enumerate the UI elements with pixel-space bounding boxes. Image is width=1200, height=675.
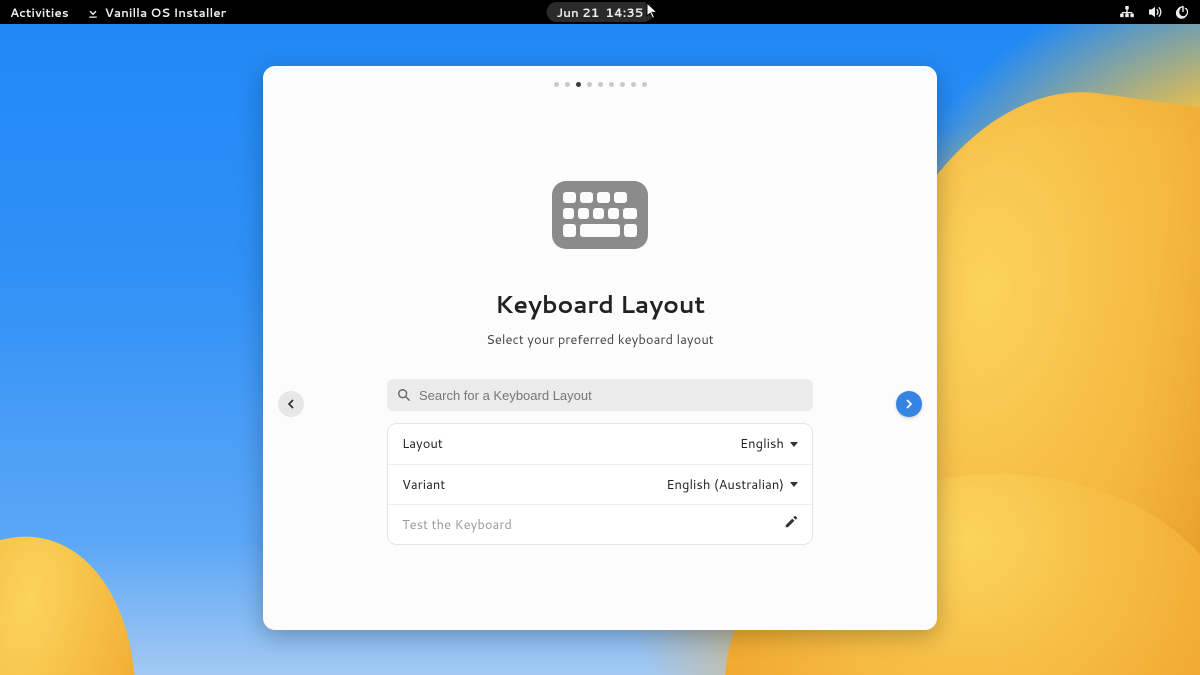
- topbar-date: Jun 21: [557, 4, 600, 21]
- page-dot: [554, 82, 559, 87]
- clock-pill[interactable]: Jun 21 14:35: [547, 2, 654, 22]
- keyboard-settings-panel: Layout English Variant English (Australi…: [387, 423, 813, 545]
- layout-row[interactable]: Layout English: [388, 424, 812, 464]
- page-dot: [642, 82, 647, 87]
- activities-button[interactable]: Activities: [10, 4, 69, 21]
- active-app-name: Vanilla OS Installer: [105, 4, 227, 21]
- chevron-down-icon: [790, 442, 798, 447]
- system-status-area[interactable]: [1120, 5, 1190, 19]
- next-button[interactable]: [896, 391, 922, 417]
- chevron-right-icon: [903, 398, 915, 410]
- search-icon: [397, 388, 411, 402]
- installer-window: Keyboard Layout Select your preferred ke…: [263, 66, 937, 630]
- variant-row-value: English (Australian): [666, 476, 784, 494]
- page-indicator: [554, 82, 647, 87]
- test-keyboard-row[interactable]: Test the Keyboard: [388, 504, 812, 544]
- layout-row-value: English: [740, 435, 784, 453]
- wallpaper-shape: [0, 511, 170, 675]
- page-dot: [587, 82, 592, 87]
- download-icon: [87, 6, 99, 18]
- volume-icon: [1148, 6, 1162, 18]
- chevron-down-icon: [790, 482, 798, 487]
- page-dot-active: [576, 82, 581, 87]
- mouse-cursor-icon: [646, 2, 660, 20]
- test-keyboard-label: Test the Keyboard: [402, 516, 784, 534]
- page-subtitle: Select your preferred keyboard layout: [486, 331, 713, 349]
- page-dot: [609, 82, 614, 87]
- page-dot: [631, 82, 636, 87]
- keyboard-layout-search[interactable]: [387, 379, 813, 411]
- topbar-time: 14:35: [605, 4, 643, 21]
- page-dot: [598, 82, 603, 87]
- page-title: Keyboard Layout: [495, 287, 705, 321]
- pencil-icon: [784, 515, 798, 534]
- variant-row-label: Variant: [402, 476, 666, 494]
- chevron-left-icon: [285, 398, 297, 410]
- variant-row[interactable]: Variant English (Australian): [388, 464, 812, 504]
- gnome-top-bar: Activities Vanilla OS Installer Jun 21 1…: [0, 0, 1200, 24]
- power-icon: [1176, 5, 1190, 19]
- layout-row-label: Layout: [402, 435, 740, 453]
- network-icon: [1120, 6, 1134, 18]
- page-dot: [620, 82, 625, 87]
- page-dot: [565, 82, 570, 87]
- back-button[interactable]: [278, 391, 304, 417]
- search-input[interactable]: [419, 388, 803, 403]
- active-app-indicator[interactable]: Vanilla OS Installer: [87, 4, 227, 21]
- keyboard-icon: [550, 179, 650, 257]
